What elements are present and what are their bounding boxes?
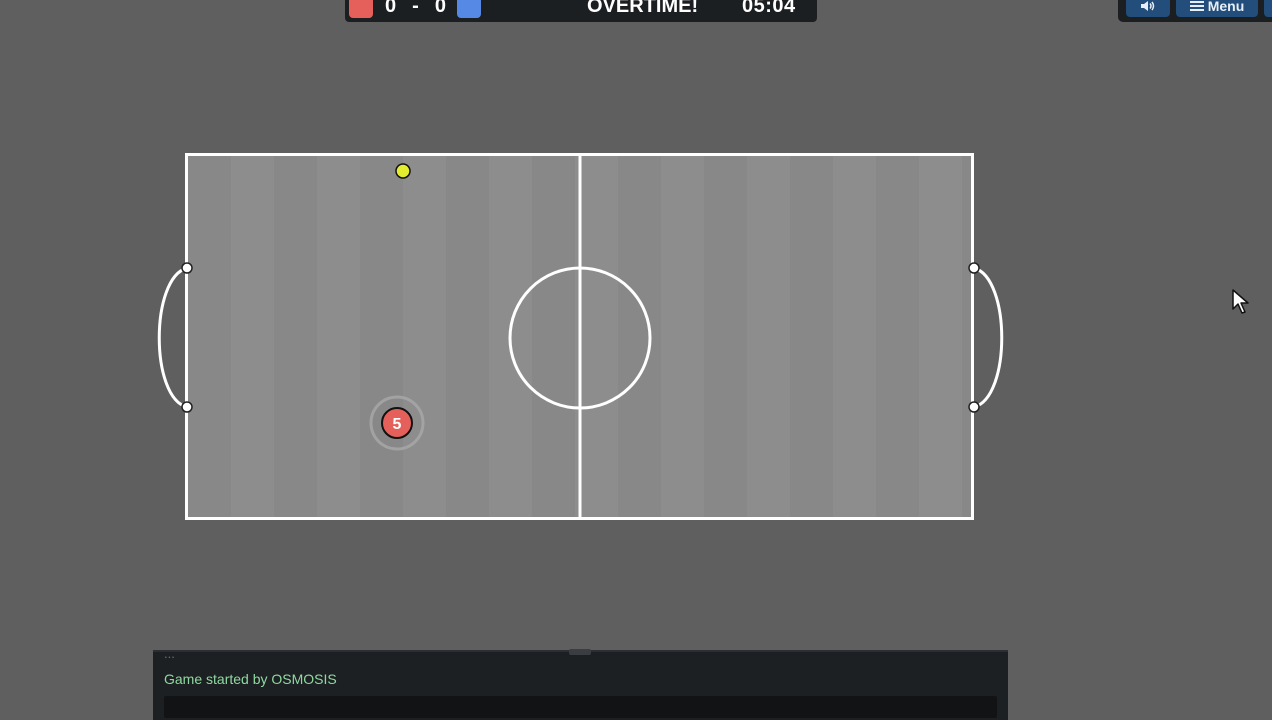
mouse-cursor-icon (1232, 289, 1249, 314)
left-goal-post-bottom (181, 401, 193, 413)
ball (395, 163, 411, 179)
chat-resize-handle[interactable] (569, 649, 591, 655)
left-goal (157, 266, 188, 409)
left-goal-post-top (181, 262, 193, 274)
right-goal (973, 266, 1004, 409)
right-goal-post-top (968, 262, 980, 274)
game-stage: 0 - 0 OVERTIME! 05:04 Menu 5 Game starte… (0, 0, 1272, 720)
right-goal-post-bottom (968, 401, 980, 413)
pitch-markings: 5 (157, 155, 1004, 520)
chat-history-line: ... (164, 653, 175, 659)
chat-input[interactable] (164, 696, 997, 718)
chat-panel: ... Game started by OSMOSIS (153, 649, 1008, 720)
player-number: 5 (393, 416, 402, 433)
chat-message: Game started by OSMOSIS (164, 671, 337, 687)
